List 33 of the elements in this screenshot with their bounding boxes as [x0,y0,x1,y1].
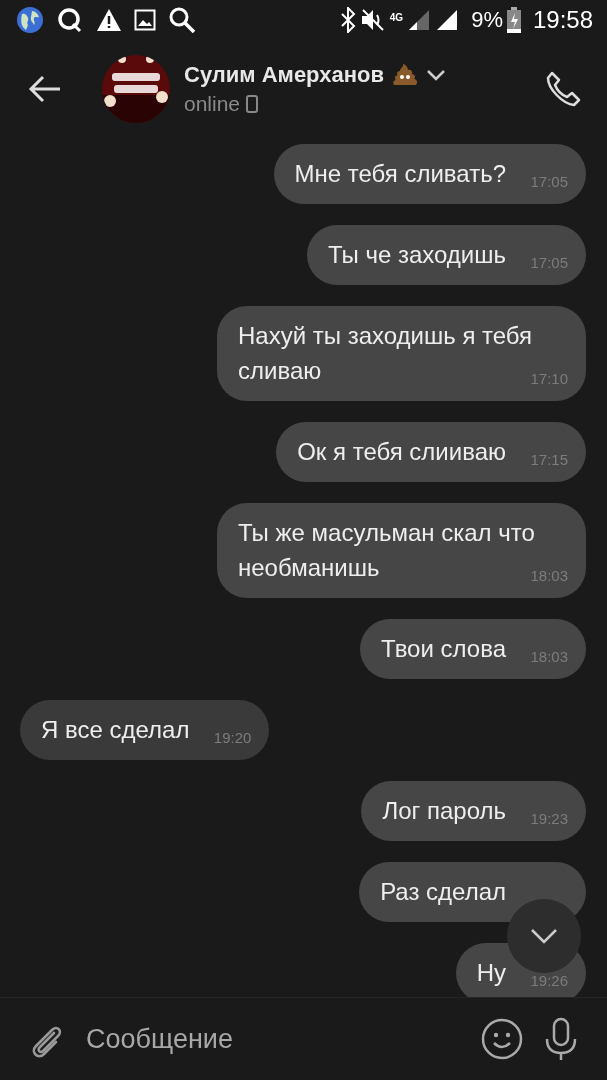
clock: 19:58 [532,6,593,34]
back-button[interactable] [28,75,62,103]
message-text: Ок я тебя слииваю [297,438,506,465]
chevron-down-icon[interactable] [426,69,446,81]
globe-icon [16,6,44,34]
message-input[interactable]: Сообщение [84,1022,461,1056]
mute-icon [359,8,386,32]
network-type: 4G [389,12,404,23]
message-text: Ты че заходишь [327,241,506,268]
search-icon [168,6,196,34]
image-icon [134,9,156,31]
phone-device-icon [246,95,259,113]
chevron-down-icon [529,927,559,945]
signal-icon [435,8,460,32]
online-status: online [184,92,241,116]
message-text: Мне тебя сливать? [294,160,506,187]
message-time: 19:20 [213,728,252,748]
battery-level: 9% [471,7,503,33]
refresh-icon [56,6,84,34]
message-text: Раз сделал [380,878,506,905]
battery-icon [506,7,521,33]
microphone-button[interactable] [543,1017,579,1061]
message-text: Ну [476,959,506,986]
poop-icon [392,63,418,87]
warning-icon [96,8,122,32]
message-text: Лог пароль [382,797,506,824]
message-text: Нахуй ты заходишь я тебя сливаю [238,322,533,384]
bluetooth-icon [339,7,356,33]
contact-name[interactable]: Сулим Амерханов [184,62,384,88]
message-text: Я все сделал [41,716,190,743]
message-text: Твои слова [381,635,506,662]
signal-icon [407,8,432,32]
emoji-button[interactable] [481,1018,523,1060]
